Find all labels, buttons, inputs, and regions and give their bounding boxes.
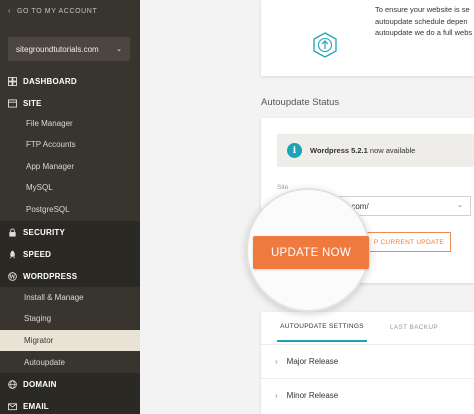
nav-domain[interactable]: DOMAIN (0, 373, 140, 395)
chevron-down-icon: ⌄ (457, 202, 463, 209)
sidebar-item-staging[interactable]: Staging (0, 308, 140, 329)
sidebar-item-label: Install & Manage (24, 293, 84, 302)
chevron-right-icon: › (275, 357, 278, 366)
info-text: To ensure your website is se autoupdate … (375, 4, 472, 39)
go-to-account-link[interactable]: ‹ GO TO MY ACCOUNT (8, 8, 97, 15)
nav-wordpress[interactable]: W WORDPRESS (0, 265, 140, 287)
site-icon (8, 98, 17, 108)
sidebar-item-label: File Manager (26, 119, 73, 128)
upload-shield-icon (313, 32, 337, 58)
sidebar-item-label: MySQL (26, 183, 53, 192)
sidebar-item-autoupdate[interactable]: Autoupdate (0, 352, 140, 373)
sidebar-item-file-manager[interactable]: File Manager (0, 113, 140, 134)
tab-label: AUTOUPDATE SETTINGS (280, 322, 364, 330)
site-selector-value: sitegroundtutorials.com (16, 44, 99, 54)
nav-site[interactable]: SITE (0, 92, 140, 114)
nav-domain-label: DOMAIN (23, 379, 57, 389)
row-label: Major Release (286, 357, 339, 366)
available-text: Wordpress 5.2.1 now available (310, 146, 415, 155)
update-current-label: P CURRENT UPDATE (373, 238, 444, 246)
sidebar-item-label: Staging (24, 314, 52, 323)
row-label: Minor Release (286, 391, 339, 400)
info-card: To ensure your website is se autoupdate … (261, 0, 474, 76)
tab-label: LAST BACKUP (390, 323, 438, 331)
info-icon: i (287, 143, 302, 158)
site-label: Site (277, 184, 289, 191)
site-selector[interactable]: sitegroundtutorials.com ⌄ (8, 37, 130, 61)
rocket-icon (9, 249, 16, 259)
tab-autoupdate-settings[interactable]: AUTOUPDATE SETTINGS (277, 312, 367, 342)
svg-text:W: W (8, 274, 16, 280)
sidebar: ‹ GO TO MY ACCOUNT sitegroundtutorials.c… (0, 0, 140, 414)
globe-icon (8, 379, 17, 389)
dashboard-icon (8, 76, 17, 86)
sidebar-item-label: FTP Accounts (26, 140, 76, 149)
go-to-account-label: GO TO MY ACCOUNT (16, 8, 98, 15)
nav-email[interactable]: EMAIL (0, 395, 140, 414)
sidebar-item-app-manager[interactable]: App Manager (0, 156, 140, 177)
sidebar-item-label: Migrator (24, 336, 54, 345)
nav-speed[interactable]: SPEED (0, 243, 140, 265)
info-line: To ensure your website is se (375, 5, 470, 14)
update-now-label: UPDATE NOW (270, 246, 352, 259)
nav-dashboard[interactable]: DASHBOARD (0, 70, 140, 92)
nav-security[interactable]: SECURITY (0, 221, 140, 243)
sidebar-item-postgresql[interactable]: PostgreSQL (0, 199, 140, 220)
sidebar-item-install-manage[interactable]: Install & Manage (0, 287, 140, 308)
chevron-down-icon: ⌄ (116, 46, 122, 53)
chevron-right-icon: › (275, 391, 278, 400)
section-title: Autoupdate Status (261, 97, 340, 108)
update-current-button[interactable]: P CURRENT UPDATE (359, 232, 451, 252)
major-release-row[interactable]: › Major Release (261, 344, 474, 378)
nav-dashboard-label: DASHBOARD (23, 76, 77, 86)
settings-card: AUTOUPDATE SETTINGS LAST BACKUP › Major … (261, 312, 474, 414)
tab-last-backup[interactable]: LAST BACKUP (379, 312, 449, 342)
lock-icon (9, 227, 16, 237)
chevron-left-icon: ‹ (8, 8, 11, 15)
info-line: autoupdate schedule depen (375, 16, 468, 26)
available-suffix: now available (369, 146, 416, 155)
sidebar-item-label: PostgreSQL (26, 205, 70, 214)
available-version: Wordpress 5.2.1 (310, 146, 368, 155)
envelope-icon (8, 402, 17, 410)
sidebar-item-ftp-accounts[interactable]: FTP Accounts (0, 134, 140, 155)
nav-speed-label: SPEED (23, 249, 52, 259)
minor-release-row[interactable]: › Minor Release (261, 378, 474, 412)
nav-wordpress-label: WORDPRESS (23, 271, 78, 281)
available-notice: i Wordpress 5.2.1 now available (277, 134, 474, 167)
wordpress-icon: W (8, 271, 17, 281)
sidebar-item-label: Autoupdate (24, 358, 65, 367)
nav-security-label: SECURITY (23, 227, 66, 237)
sidebar-item-label: App Manager (26, 162, 75, 171)
info-line: autoupdate we do a full webs (375, 28, 473, 37)
nav-site-label: SITE (23, 98, 42, 108)
sidebar-item-mysql[interactable]: MySQL (0, 177, 140, 198)
update-now-button[interactable]: UPDATE NOW (253, 236, 369, 269)
sidebar-item-migrator[interactable]: Migrator (0, 330, 140, 351)
nav-email-label: EMAIL (23, 401, 49, 411)
